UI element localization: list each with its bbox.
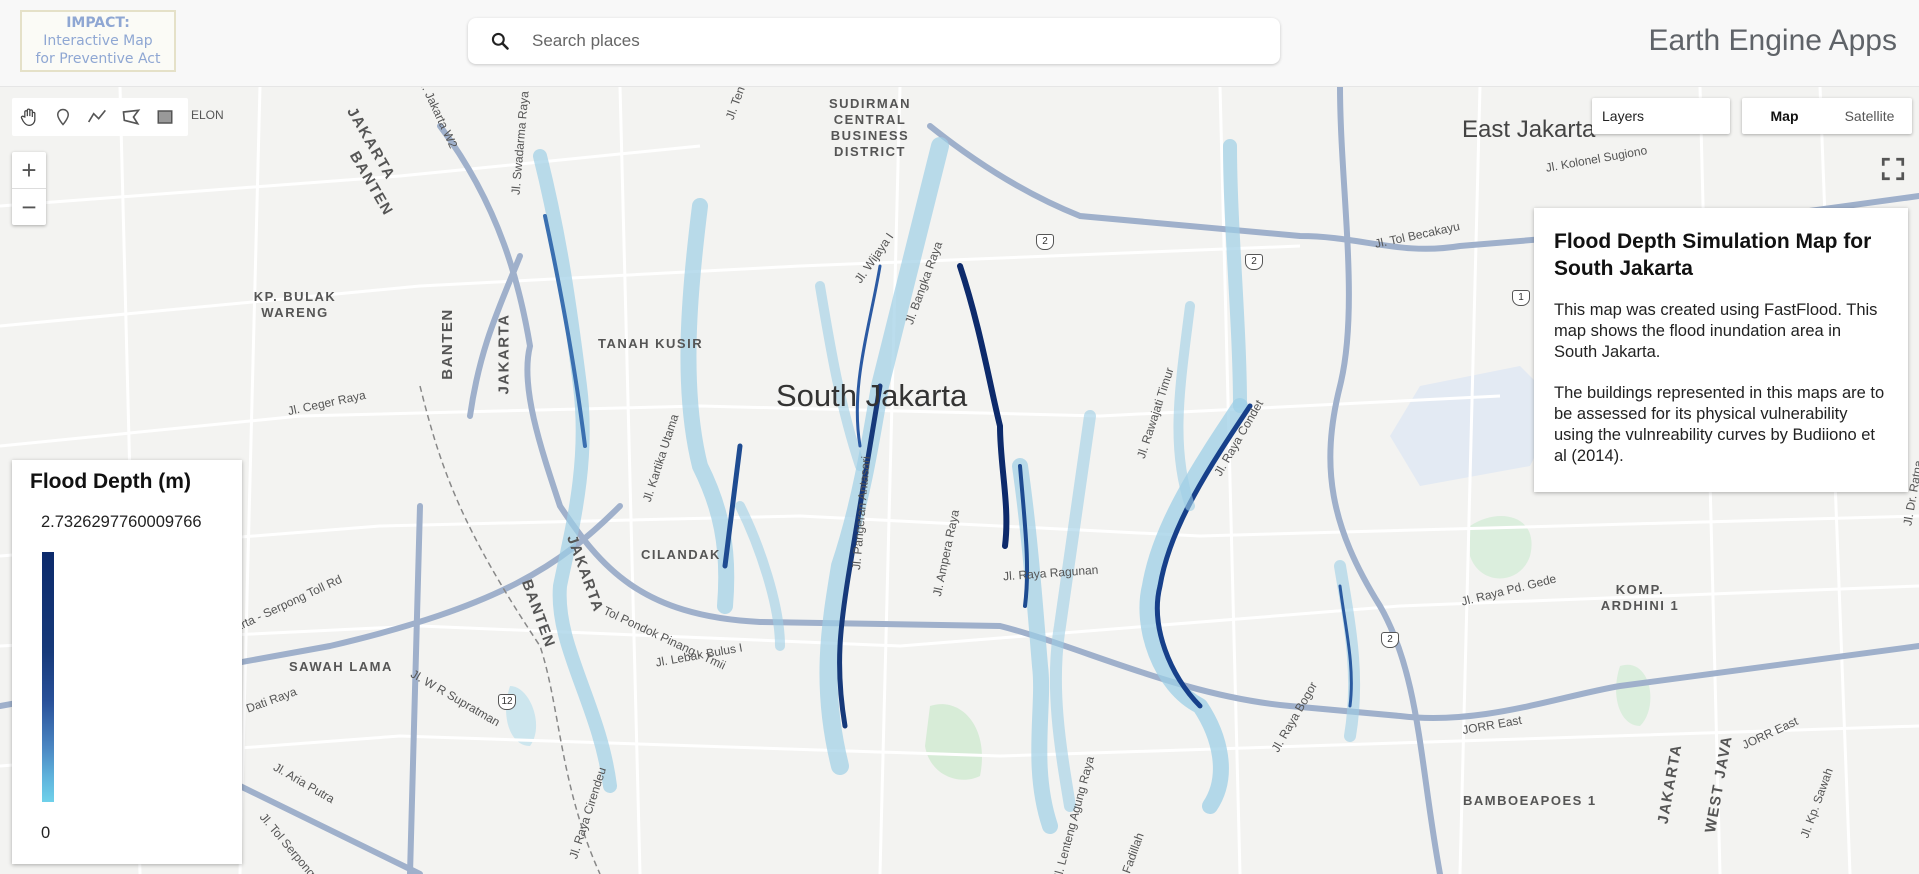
line-icon[interactable] [80,100,114,134]
drawing-toolbar [12,98,188,136]
logo-line-3: for Preventive Act [35,51,161,67]
legend-title: Flood Depth (m) [30,470,191,493]
route-shield-2c: 2 [1381,632,1399,648]
app-header: IMPACT: Interactive Map for Preventive A… [0,0,1919,87]
info-panel-title: Flood Depth Simulation Map for South Jak… [1554,230,1872,280]
map-type-toggle: Map Satellite [1742,98,1912,134]
route-shield-1: 1 [1512,290,1530,306]
legend-color-ramp [42,552,54,802]
legend-max-value: 2.7326297760009766 [41,513,202,531]
legend-min-value: 0 [41,824,51,842]
impact-logo: IMPACT: Interactive Map for Preventive A… [20,10,176,72]
map-type-satellite-button[interactable]: Satellite [1827,98,1912,134]
search-icon [491,32,509,50]
search-input[interactable] [530,30,1234,52]
fullscreen-icon[interactable] [1876,152,1910,186]
logo-title: IMPACT: [66,15,130,31]
route-shield-2b: 2 [1245,254,1263,270]
route-shield-12: 12 [498,694,516,710]
zoom-in-button[interactable]: + [12,152,46,188]
info-panel-paragraph-2: The buildings represented in this maps a… [1554,384,1885,465]
flood-depth-legend: Flood Depth (m) 2.7326297760009766 0 [12,460,242,864]
info-panel-paragraph-1: This map was created using FastFlood. Th… [1554,301,1878,361]
hand-icon[interactable] [12,100,46,134]
earth-engine-apps-title[interactable]: Earth Engine Apps [1648,24,1897,58]
zoom-control: + − [12,152,46,225]
layers-dropdown[interactable]: Layers [1592,98,1730,134]
route-shield-2a: 2 [1036,234,1054,250]
search-box[interactable] [468,18,1280,64]
logo-line-2: Interactive Map [43,33,153,49]
zoom-out-button[interactable]: − [12,188,46,225]
map-type-map-button[interactable]: Map [1742,98,1827,134]
polygon-icon[interactable] [114,100,148,134]
info-panel: Flood Depth Simulation Map for South Jak… [1534,208,1908,492]
marker-icon[interactable] [46,100,80,134]
rectangle-icon[interactable] [148,100,182,134]
